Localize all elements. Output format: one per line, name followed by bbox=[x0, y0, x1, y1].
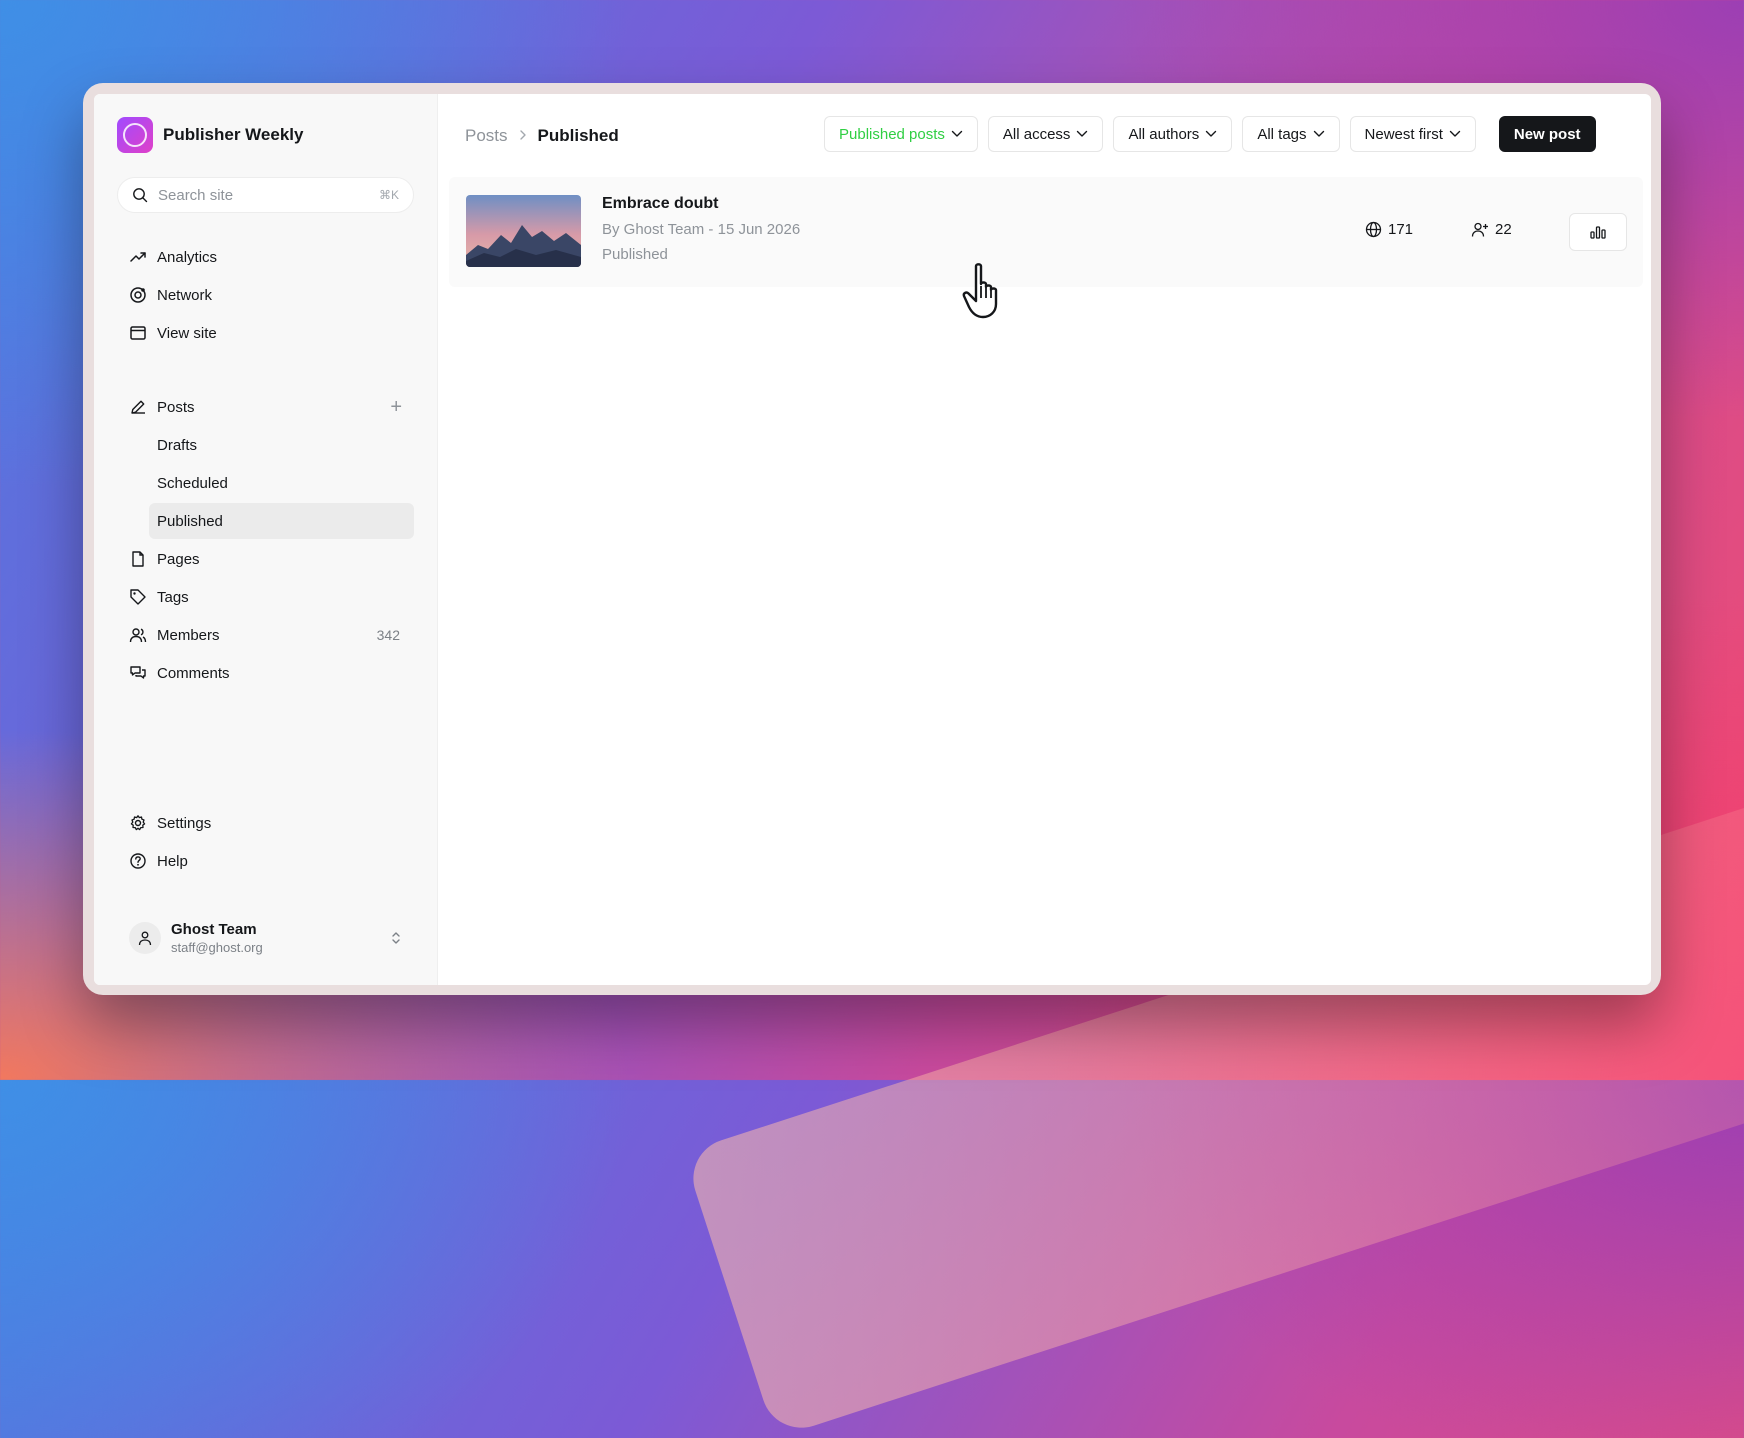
sidebar-item-label: View site bbox=[157, 324, 217, 342]
filter-label: All tags bbox=[1257, 125, 1307, 143]
user-menu[interactable]: Ghost Team staff@ghost.org bbox=[117, 912, 414, 964]
chevron-right-icon bbox=[518, 126, 528, 146]
chevron-down-icon bbox=[1205, 130, 1217, 138]
sidebar-item-label: Comments bbox=[157, 664, 230, 682]
sidebar-item-label: Scheduled bbox=[157, 474, 228, 492]
breadcrumb: Posts Published bbox=[465, 126, 619, 146]
app-window: Publisher Weekly Search site ⌘K Analytic… bbox=[94, 94, 1651, 985]
sidebar-item-label: Settings bbox=[157, 814, 212, 832]
sidebar-item-settings[interactable]: Settings bbox=[117, 805, 414, 841]
sidebar-item-label: Posts bbox=[157, 398, 195, 416]
sidebar-item-label: Help bbox=[157, 852, 188, 870]
sidebar-item-help[interactable]: Help bbox=[117, 843, 414, 879]
chevron-down-icon bbox=[951, 130, 963, 138]
network-icon bbox=[129, 286, 147, 304]
hand-pointer-cursor bbox=[962, 262, 1008, 325]
filter-label: Published posts bbox=[839, 125, 945, 143]
bottom-nav: Settings Help bbox=[117, 805, 414, 881]
browser-icon bbox=[129, 324, 147, 342]
post-views-count: 171 bbox=[1388, 221, 1414, 238]
access-filter[interactable]: All access bbox=[987, 116, 1104, 152]
sidebar-item-pages[interactable]: Pages bbox=[117, 541, 414, 577]
authors-filter[interactable]: All authors bbox=[1113, 116, 1233, 152]
sidebar-item-comments[interactable]: Comments bbox=[117, 655, 414, 691]
user-name: Ghost Team bbox=[171, 921, 257, 938]
site-name: Publisher Weekly bbox=[163, 125, 304, 144]
filter-bar: Published posts All access All authors A… bbox=[824, 116, 1596, 152]
sidebar-item-network[interactable]: Network bbox=[117, 277, 414, 313]
comments-icon bbox=[129, 664, 147, 682]
post-analytics-button[interactable] bbox=[1569, 213, 1627, 251]
sidebar-item-label: Analytics bbox=[157, 248, 218, 266]
user-email: staff@ghost.org bbox=[171, 940, 263, 955]
filter-label: All access bbox=[1002, 125, 1071, 143]
brand[interactable]: Publisher Weekly bbox=[117, 117, 303, 153]
avatar bbox=[129, 922, 161, 954]
main-content: Posts Published Published posts All acce… bbox=[438, 94, 1651, 985]
search-shortcut: ⌘K bbox=[378, 188, 399, 202]
post-title[interactable]: Embrace doubt bbox=[602, 195, 800, 213]
chevron-down-icon bbox=[1076, 130, 1088, 138]
search-icon bbox=[132, 187, 148, 203]
search-input[interactable]: Search site ⌘K bbox=[117, 177, 414, 213]
content-nav: Posts + Drafts Scheduled Published Pages bbox=[117, 389, 414, 693]
post-members-stat: 22 bbox=[1471, 221, 1512, 238]
post-status: Published bbox=[602, 246, 668, 263]
user-icon bbox=[138, 931, 152, 946]
filter-label: Newest first bbox=[1364, 125, 1443, 143]
sidebar-item-label: Drafts bbox=[157, 436, 198, 454]
sidebar-item-label: Pages bbox=[157, 550, 200, 568]
page-icon bbox=[129, 550, 147, 568]
post-views-stat: 171 bbox=[1365, 221, 1413, 238]
search-placeholder: Search site bbox=[158, 186, 234, 204]
sidebar-item-scheduled[interactable]: Scheduled bbox=[117, 465, 414, 501]
sidebar-item-drafts[interactable]: Drafts bbox=[117, 427, 414, 463]
sidebar-item-members[interactable]: Members 342 bbox=[117, 617, 414, 653]
chevron-down-icon bbox=[1313, 130, 1325, 138]
post-meta: By Ghost Team - 15 Jun 2026 bbox=[602, 221, 801, 238]
sidebar-item-tags[interactable]: Tags bbox=[117, 579, 414, 615]
user-info: Ghost Team staff@ghost.org bbox=[171, 921, 390, 955]
sort-filter[interactable]: Newest first bbox=[1349, 116, 1476, 152]
breadcrumb-current: Published bbox=[537, 126, 619, 145]
trending-up-icon bbox=[129, 248, 147, 266]
sidebar-item-view-site[interactable]: View site bbox=[117, 315, 414, 351]
sidebar-item-label: Network bbox=[157, 286, 213, 304]
sidebar-item-analytics[interactable]: Analytics bbox=[117, 239, 414, 275]
tags-filter[interactable]: All tags bbox=[1242, 116, 1340, 152]
post-info: Embrace doubt By Ghost Team - 15 Jun 202… bbox=[602, 195, 800, 263]
bar-chart-icon bbox=[1589, 224, 1607, 240]
sidebar-item-label: Published bbox=[157, 512, 223, 530]
post-type-filter[interactable]: Published posts bbox=[824, 116, 978, 152]
gear-icon bbox=[129, 814, 147, 832]
sidebar-item-posts[interactable]: Posts + bbox=[117, 389, 414, 425]
post-members-count: 22 bbox=[1495, 221, 1512, 238]
sidebar-item-label: Members bbox=[157, 626, 220, 644]
sidebar-item-published[interactable]: Published bbox=[149, 503, 414, 539]
chevron-up-down-icon[interactable] bbox=[390, 929, 402, 947]
sidebar: Publisher Weekly Search site ⌘K Analytic… bbox=[94, 94, 438, 985]
post-feature-image bbox=[466, 195, 581, 267]
members-icon bbox=[129, 626, 147, 644]
globe-icon bbox=[1365, 221, 1382, 238]
add-post-icon[interactable]: + bbox=[390, 397, 402, 417]
pen-icon bbox=[129, 398, 147, 416]
new-post-button[interactable]: New post bbox=[1498, 116, 1596, 152]
filter-label: All authors bbox=[1128, 125, 1200, 143]
sidebar-item-label: Tags bbox=[157, 588, 189, 606]
site-logo bbox=[117, 117, 153, 153]
tag-icon bbox=[129, 588, 147, 606]
post-list-item[interactable]: Embrace doubt By Ghost Team - 15 Jun 202… bbox=[449, 177, 1643, 287]
chevron-down-icon bbox=[1449, 130, 1461, 138]
member-add-icon bbox=[1471, 221, 1489, 238]
help-icon bbox=[129, 852, 147, 870]
breadcrumb-posts-link[interactable]: Posts bbox=[465, 126, 508, 146]
primary-nav: Analytics Network View site bbox=[117, 239, 414, 353]
members-count: 342 bbox=[376, 627, 400, 643]
